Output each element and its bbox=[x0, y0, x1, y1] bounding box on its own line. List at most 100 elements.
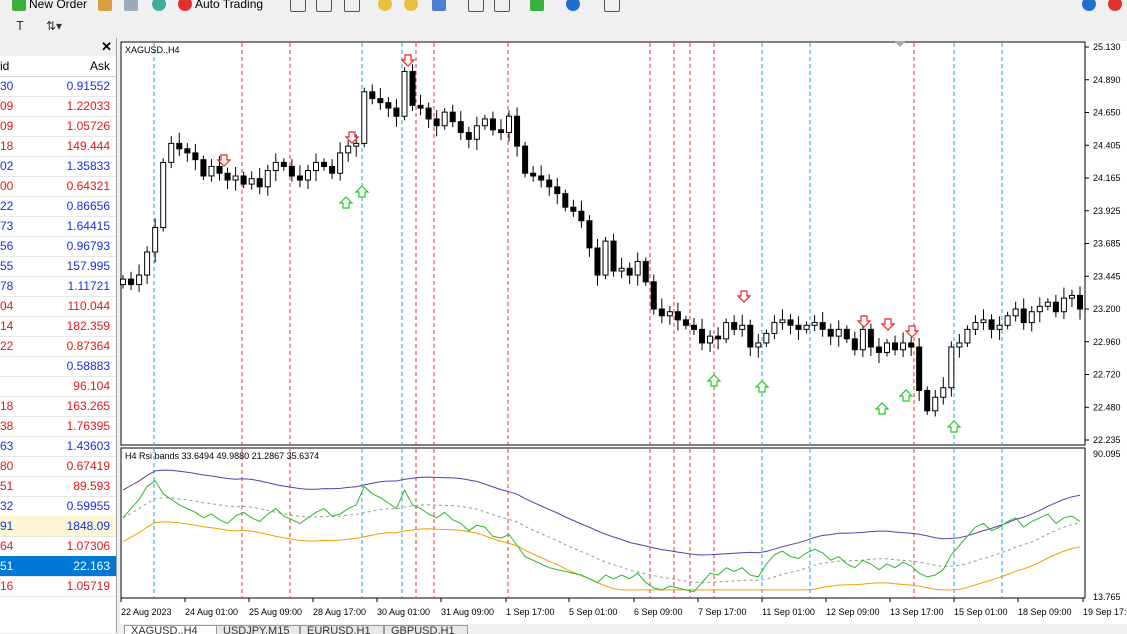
candle-body bbox=[932, 396, 939, 412]
market-watch-row[interactable]: 38 1.76395 bbox=[0, 416, 116, 437]
zoom-in-button[interactable] bbox=[378, 0, 392, 12]
market-watch-row[interactable]: 14 182.359 bbox=[0, 316, 116, 337]
candle-body bbox=[401, 70, 408, 117]
market-watch-row[interactable]: 91 1848.09 bbox=[0, 516, 116, 537]
new-order-button[interactable]: New Order bbox=[12, 0, 87, 12]
market-watch-row[interactable]: 09 1.05726 bbox=[0, 116, 116, 137]
market-watch-row[interactable]: 64 1.07306 bbox=[0, 536, 116, 557]
market-watch-row[interactable]: 0.58883 bbox=[0, 356, 116, 377]
candle-body bbox=[1068, 294, 1075, 299]
chart-window[interactable]: 25.130 24.890 24.650 24.405 24.165 23.925 23.6… bbox=[120, 41, 1127, 633]
indicators-button[interactable] bbox=[530, 0, 544, 12]
candle-body bbox=[690, 324, 697, 330]
time-tick-label: 30 Aug 01:00 bbox=[377, 607, 430, 617]
market-watch-row[interactable]: 18 149.444 bbox=[0, 136, 116, 157]
tile-windows-button[interactable] bbox=[432, 0, 446, 12]
candle-body bbox=[562, 193, 569, 208]
candle-body bbox=[835, 328, 842, 337]
close-icon[interactable]: ✕ bbox=[101, 39, 112, 55]
price-tick-label: 22.480 bbox=[1093, 402, 1121, 412]
ask-value: 1.35833 bbox=[66, 159, 110, 173]
ask-value: 163.265 bbox=[66, 399, 110, 413]
bid-column-header[interactable]: id bbox=[0, 59, 9, 73]
candle-body bbox=[176, 142, 183, 150]
ask-value: 149.444 bbox=[66, 139, 110, 153]
candle-body bbox=[819, 322, 826, 330]
market-watch-row[interactable]: 96.104 bbox=[0, 376, 116, 397]
candle-body bbox=[345, 145, 352, 154]
ask-value: 22.163 bbox=[73, 559, 110, 573]
text-tool-button[interactable]: T bbox=[10, 17, 30, 35]
market-watch-row[interactable]: 09 1.22033 bbox=[0, 96, 116, 117]
candle-body bbox=[152, 227, 159, 253]
ask-column-header[interactable]: Ask bbox=[90, 59, 110, 73]
autoscroll-button[interactable] bbox=[468, 0, 484, 12]
market-watch-row[interactable]: 51 22.163 bbox=[0, 556, 116, 577]
zoom-out-icon bbox=[404, 0, 418, 11]
candle-body bbox=[779, 319, 786, 324]
time-tick-label: 22 Aug 2023 bbox=[121, 607, 172, 617]
candle-body bbox=[851, 338, 858, 351]
periods-button[interactable] bbox=[566, 0, 580, 12]
bid-value: 64 bbox=[0, 539, 14, 553]
zoom-out-button[interactable] bbox=[404, 0, 418, 12]
arrows-dropdown-button[interactable]: ⇅▾ bbox=[40, 17, 68, 35]
main-toolbar: New Order Auto Trading bbox=[0, 0, 1127, 15]
time-tick-label: 19 Sep 17:0 bbox=[1083, 607, 1127, 617]
candle-body bbox=[232, 175, 239, 181]
candle-body bbox=[586, 220, 593, 249]
market-watch-row[interactable]: 55 157.995 bbox=[0, 256, 116, 277]
candle-body bbox=[256, 178, 263, 188]
candle-body bbox=[522, 145, 529, 174]
help-button[interactable] bbox=[1108, 0, 1122, 12]
market-watch-row[interactable]: 16 1.05719 bbox=[0, 576, 116, 597]
candle-chart-button[interactable] bbox=[316, 0, 332, 12]
line-chart-button[interactable] bbox=[344, 0, 360, 12]
search-icon bbox=[1082, 0, 1096, 11]
market-watch-row[interactable]: 22 0.86656 bbox=[0, 196, 116, 217]
market-watch-row[interactable]: 63 1.43603 bbox=[0, 436, 116, 457]
auto-trading-button[interactable]: Auto Trading bbox=[178, 0, 263, 12]
market-watch-row[interactable]: 30 0.91552 bbox=[0, 76, 116, 97]
market-watch-row[interactable]: 02 1.35833 bbox=[0, 156, 116, 177]
market-watch-row[interactable]: 78 1.11721 bbox=[0, 276, 116, 297]
chest-button[interactable] bbox=[98, 0, 112, 12]
candle-body bbox=[731, 322, 738, 330]
candle-body bbox=[578, 210, 585, 222]
candle-body bbox=[457, 121, 464, 134]
market-watch-row[interactable]: 18 163.265 bbox=[0, 396, 116, 417]
market-watch-row[interactable]: 22 0.87364 bbox=[0, 336, 116, 357]
ask-value: 0.91552 bbox=[66, 79, 110, 93]
bid-value: 16 bbox=[0, 579, 14, 593]
price-tick-label: 23.685 bbox=[1093, 239, 1121, 249]
templates-button[interactable] bbox=[604, 0, 620, 12]
market-watch-row[interactable]: 04 110.044 bbox=[0, 296, 116, 317]
market-watch-row[interactable]: 73 1.64415 bbox=[0, 216, 116, 237]
market-watch-row[interactable]: 32 0.59955 bbox=[0, 496, 116, 517]
price-tick-label: 22.235 bbox=[1093, 435, 1121, 445]
mail-button[interactable] bbox=[124, 0, 138, 12]
candle-body bbox=[514, 115, 521, 147]
stop-icon bbox=[178, 0, 192, 11]
candle-body bbox=[272, 161, 279, 172]
search-button[interactable] bbox=[1082, 0, 1096, 12]
candle-body bbox=[674, 311, 681, 321]
market-watch-columns: id Ask bbox=[0, 56, 116, 77]
bar-chart-button[interactable] bbox=[290, 0, 306, 12]
globe-button[interactable] bbox=[152, 0, 166, 12]
time-tick-label: 18 Sep 09:00 bbox=[1018, 607, 1072, 617]
chart-shift-button[interactable] bbox=[494, 0, 510, 12]
plus-icon bbox=[12, 0, 26, 11]
bid-value: 32 bbox=[0, 499, 14, 513]
market-watch-row[interactable]: 00 0.64321 bbox=[0, 176, 116, 197]
ask-value: 0.96793 bbox=[66, 239, 110, 253]
candle-body bbox=[168, 142, 175, 163]
candle-body bbox=[908, 342, 915, 348]
market-watch-row[interactable]: 56 0.96793 bbox=[0, 236, 116, 257]
market-watch-row[interactable]: 51 89.593 bbox=[0, 476, 116, 497]
time-tick-label: 7 Sep 17:00 bbox=[698, 607, 747, 617]
candle-body bbox=[280, 161, 287, 167]
chart-canvas[interactable]: 25.130 24.890 24.650 24.405 24.165 23.925 23.6… bbox=[120, 41, 1127, 633]
market-watch-row[interactable]: 80 0.67419 bbox=[0, 456, 116, 477]
candle-body bbox=[538, 175, 545, 181]
